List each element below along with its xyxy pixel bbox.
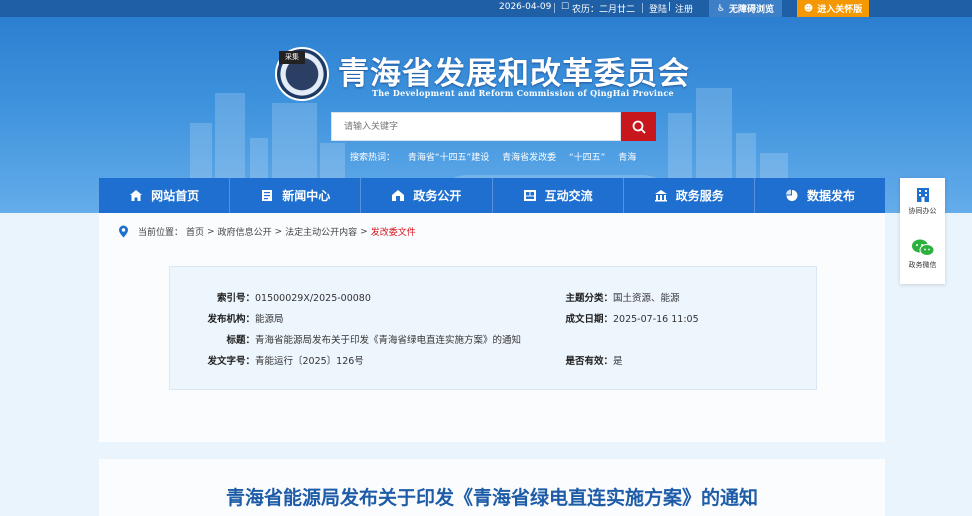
nav-news[interactable]: 新闻中心 <box>230 178 362 213</box>
side-wechat-link[interactable]: 政务微信 <box>900 238 945 270</box>
care-icon: ☻ <box>803 3 814 14</box>
accessibility-button[interactable]: ♿ 无障碍浏览 <box>709 0 782 17</box>
site-title: 青海省发展和改革委员会 <box>338 56 690 92</box>
meta-title-value: 青海省能源局发布关于印发《青海省绿电直连实施方案》的通知 <box>255 335 522 346</box>
meta-date-value: 2025-07-16 11:05 <box>613 314 699 325</box>
accessibility-icon: ♿ <box>716 3 726 14</box>
divider <box>554 3 555 13</box>
emblem-logo: 采集 <box>275 47 329 101</box>
nav-home[interactable]: 网站首页 <box>99 178 231 213</box>
breadcrumb-sep: > <box>274 226 283 237</box>
service-icon <box>654 190 667 202</box>
nav-label: 政务公开 <box>413 189 462 203</box>
meta-index-label: 索引号： <box>216 293 255 304</box>
search-button[interactable] <box>621 112 656 141</box>
login-link[interactable]: 登陆 <box>649 2 667 15</box>
hot-word-link[interactable]: “十四五” <box>569 153 605 163</box>
wechat-icon <box>911 239 934 256</box>
nav-interaction[interactable]: 互动交流 <box>493 178 624 213</box>
meta-docno-label: 发文字号： <box>207 356 255 367</box>
chart-pie-icon <box>785 189 798 201</box>
meta-docno: 发文字号：青能运行〔2025〕126号 <box>169 353 364 367</box>
site-subtitle: The Development and Reform Commission of… <box>372 88 674 98</box>
meta-topic-label: 主题分类： <box>565 293 613 304</box>
meta-docno-value: 青能运行〔2025〕126号 <box>255 356 364 367</box>
meta-title-label: 标题： <box>226 335 255 346</box>
breadcrumb-item[interactable]: 首页 <box>186 225 204 238</box>
meta-date: 成文日期：2025-07-16 11:05 <box>565 311 699 325</box>
nav-data[interactable]: 数据发布 <box>755 178 885 213</box>
nav-label: 数据发布 <box>806 189 855 203</box>
document-meta-box <box>169 266 817 390</box>
open-gov-icon <box>392 190 405 201</box>
side-float-panel: 协同办公 政务微信 <box>900 178 945 284</box>
breadcrumb-sep: > <box>207 226 215 237</box>
location-pin-icon <box>119 225 128 238</box>
search-box <box>331 112 621 141</box>
meta-date-label: 成文日期： <box>565 314 613 325</box>
news-icon <box>262 190 273 201</box>
breadcrumb-current[interactable]: 发改委文件 <box>371 225 416 238</box>
side-office-label: 协同办公 <box>908 207 937 215</box>
hot-word-link[interactable]: 青海 <box>618 153 636 163</box>
meta-valid-label: 是否有效： <box>565 356 613 367</box>
hot-word-link[interactable]: 青海省发改委 <box>502 153 556 163</box>
accessibility-label: 无障碍浏览 <box>729 5 775 15</box>
breadcrumb-prefix: 当前位置： <box>138 228 184 238</box>
breadcrumb-sep: > <box>360 226 368 237</box>
document-title: 青海省能源局发布关于印发《青海省绿电直连实施方案》的通知 <box>225 487 758 509</box>
search-input[interactable] <box>332 113 620 140</box>
care-version-button[interactable]: ☻ 进入关怀版 <box>797 0 869 17</box>
meta-title: 标题：青海省能源局发布关于印发《青海省绿电直连实施方案》的通知 <box>169 332 521 346</box>
meta-valid: 是否有效：是 <box>565 353 623 367</box>
meta-org-label: 发布机构： <box>207 314 255 325</box>
nav-label: 网站首页 <box>151 189 200 203</box>
hot-word-link[interactable]: 青海省“十四五”建设 <box>408 153 489 163</box>
side-wechat-label: 政务微信 <box>908 261 937 269</box>
meta-valid-value: 是 <box>613 356 623 367</box>
divider-pipe: | <box>668 2 672 12</box>
breadcrumb-item[interactable]: 法定主动公开内容 <box>285 225 357 238</box>
hot-search-label: 搜索热词： <box>350 153 396 163</box>
interaction-icon <box>523 190 536 201</box>
top-utility-bar: 2026-04-09 ☐ 农历：二月廿二 登陆 | 注册 ♿ 无障碍浏览 ☻ 进… <box>0 0 972 17</box>
meta-org: 发布机构：能源局 <box>169 311 284 325</box>
breadcrumb-item[interactable]: 政府信息公开 <box>218 225 272 238</box>
meta-index-value: 01500029X/2025-00080 <box>255 293 371 304</box>
main-nav: 网站首页 新闻中心 政务公开 互动交流 政务服务 数据发布 <box>99 178 885 213</box>
meta-topic-value: 国土资源、能源 <box>613 293 680 304</box>
hot-search-words: 搜索热词： 青海省“十四五”建设 青海省发改委 “十四五” 青海 <box>350 150 646 163</box>
nav-service[interactable]: 政务服务 <box>624 178 755 213</box>
nav-label: 新闻中心 <box>282 189 331 203</box>
nav-open-gov[interactable]: 政务公开 <box>361 178 493 213</box>
register-link[interactable]: 注册 <box>675 2 693 15</box>
search-icon <box>632 120 646 134</box>
lunar-date-icon: ☐ <box>561 2 570 12</box>
meta-index: 索引号：01500029X/2025-00080 <box>169 290 371 304</box>
current-date: 2026-04-09 <box>499 2 552 12</box>
office-building-icon <box>916 188 929 202</box>
care-version-label: 进入关怀版 <box>817 5 863 15</box>
nav-label: 政务服务 <box>675 189 724 203</box>
home-icon <box>130 190 143 201</box>
meta-org-value: 能源局 <box>255 314 284 325</box>
lunar-date: 农历：二月廿二 <box>572 5 636 15</box>
nav-label: 互动交流 <box>544 189 593 203</box>
breadcrumb: 当前位置： 首页 > 政府信息公开 > 法定主动公开内容 > 发改委文件 <box>118 225 416 238</box>
side-office-link[interactable]: 协同办公 <box>900 186 945 216</box>
collect-stamp: 采集 <box>279 51 305 64</box>
divider <box>642 3 643 13</box>
meta-topic: 主题分类：国土资源、能源 <box>565 290 680 304</box>
